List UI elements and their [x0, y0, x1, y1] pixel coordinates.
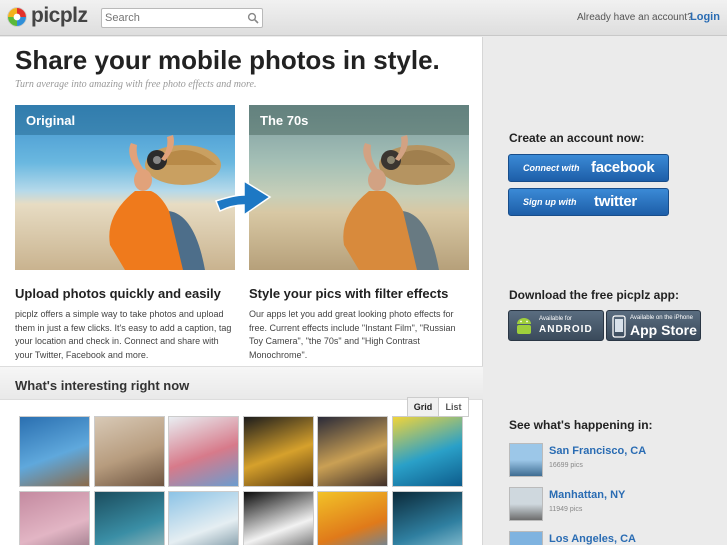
app-store-button[interactable]: Available on the iPhone App Store: [606, 310, 701, 341]
photo-thumbnail[interactable]: [242, 416, 314, 487]
list-view-toggle[interactable]: List: [438, 397, 469, 417]
photo-thumbnail[interactable]: [168, 416, 239, 487]
feature-title-filters: Style your pics with filter effects: [249, 286, 449, 301]
arrow-right-icon: [215, 179, 272, 217]
photo-thumbnail[interactable]: [168, 491, 239, 545]
photo-label-original: Original: [26, 113, 76, 128]
woman-figure-illustration: [109, 135, 221, 270]
feature-title-upload: Upload photos quickly and easily: [15, 286, 221, 301]
tagline: Turn average into amazing with free phot…: [15, 79, 257, 90]
facebook-button-prefix: Connect with: [523, 163, 580, 173]
login-link[interactable]: Login: [690, 11, 720, 23]
magnifier-icon[interactable]: [247, 12, 259, 24]
seventies-photo: The 70s: [249, 105, 469, 270]
search-input[interactable]: [105, 11, 245, 25]
photo-thumbnail[interactable]: [93, 491, 165, 545]
main-column: Share your mobile photos in style. Turn …: [0, 37, 483, 545]
photo-label-70s: The 70s: [260, 113, 309, 128]
photo-thumbnail[interactable]: [317, 416, 388, 487]
search-box[interactable]: [101, 8, 263, 28]
feature-text-upload: picplz offers a simple way to take photo…: [15, 309, 232, 360]
woman-figure-illustration: [343, 135, 455, 270]
android-store-button[interactable]: Available for ANDROID: [508, 310, 604, 341]
photo-thumbnail[interactable]: [93, 416, 165, 487]
page-title: Share your mobile photos in style.: [15, 45, 440, 75]
photo-thumbnail[interactable]: [391, 416, 463, 487]
twitter-button-prefix: Sign up with: [523, 197, 577, 207]
top-bar: picplz Already have an account? Login: [0, 0, 727, 36]
city-los-angeles[interactable]: Los Angeles, CA: [509, 531, 699, 545]
iphone-icon: [612, 315, 626, 338]
city-name[interactable]: Manhattan, NY: [549, 489, 625, 501]
photo-thumbnail[interactable]: [19, 416, 90, 487]
picplz-logo-icon[interactable]: [7, 7, 27, 27]
facebook-wordmark: facebook: [591, 159, 655, 176]
city-name[interactable]: San Francisco, CA: [549, 445, 646, 457]
download-title: Download the free picplz app:: [509, 288, 680, 302]
app-store-wordmark: App Store: [630, 322, 697, 338]
photo-thumbnail[interactable]: [19, 491, 90, 545]
interesting-title: What's interesting right now: [15, 378, 190, 393]
city-san-francisco[interactable]: San Francisco, CA 16699 pics: [509, 443, 699, 479]
photo-thumbnail[interactable]: [317, 491, 388, 545]
feature-text-filters: Our apps let you add great looking photo…: [249, 309, 456, 360]
city-thumbnail[interactable]: [509, 531, 543, 545]
city-photo-count: 11949 pics: [549, 506, 583, 513]
photo-thumbnail[interactable]: [391, 491, 463, 545]
android-wordmark: ANDROID: [539, 324, 593, 335]
city-manhattan[interactable]: Manhattan, NY 11949 pics: [509, 487, 699, 523]
android-store-prefix: Available for: [539, 316, 572, 322]
city-photo-count: 16699 pics: [549, 462, 583, 469]
twitter-signup-button[interactable]: Sign up with twitter: [508, 188, 669, 216]
photo-thumbnail[interactable]: [242, 491, 314, 545]
android-robot-icon: [517, 318, 531, 334]
app-store-prefix: Available on the iPhone: [630, 315, 693, 321]
brand-name[interactable]: picplz: [31, 4, 88, 28]
city-thumbnail[interactable]: [509, 487, 543, 521]
city-name[interactable]: Los Angeles, CA: [549, 533, 636, 545]
original-photo: Original: [15, 105, 235, 270]
happening-title: See what's happening in:: [509, 418, 653, 432]
create-account-title: Create an account now:: [509, 131, 645, 145]
city-thumbnail[interactable]: [509, 443, 543, 477]
twitter-wordmark: twitter: [594, 193, 637, 210]
grid-view-toggle[interactable]: Grid: [407, 397, 439, 417]
account-prompt: Already have an account?: [577, 12, 693, 23]
facebook-connect-button[interactable]: Connect with facebook: [508, 154, 669, 182]
